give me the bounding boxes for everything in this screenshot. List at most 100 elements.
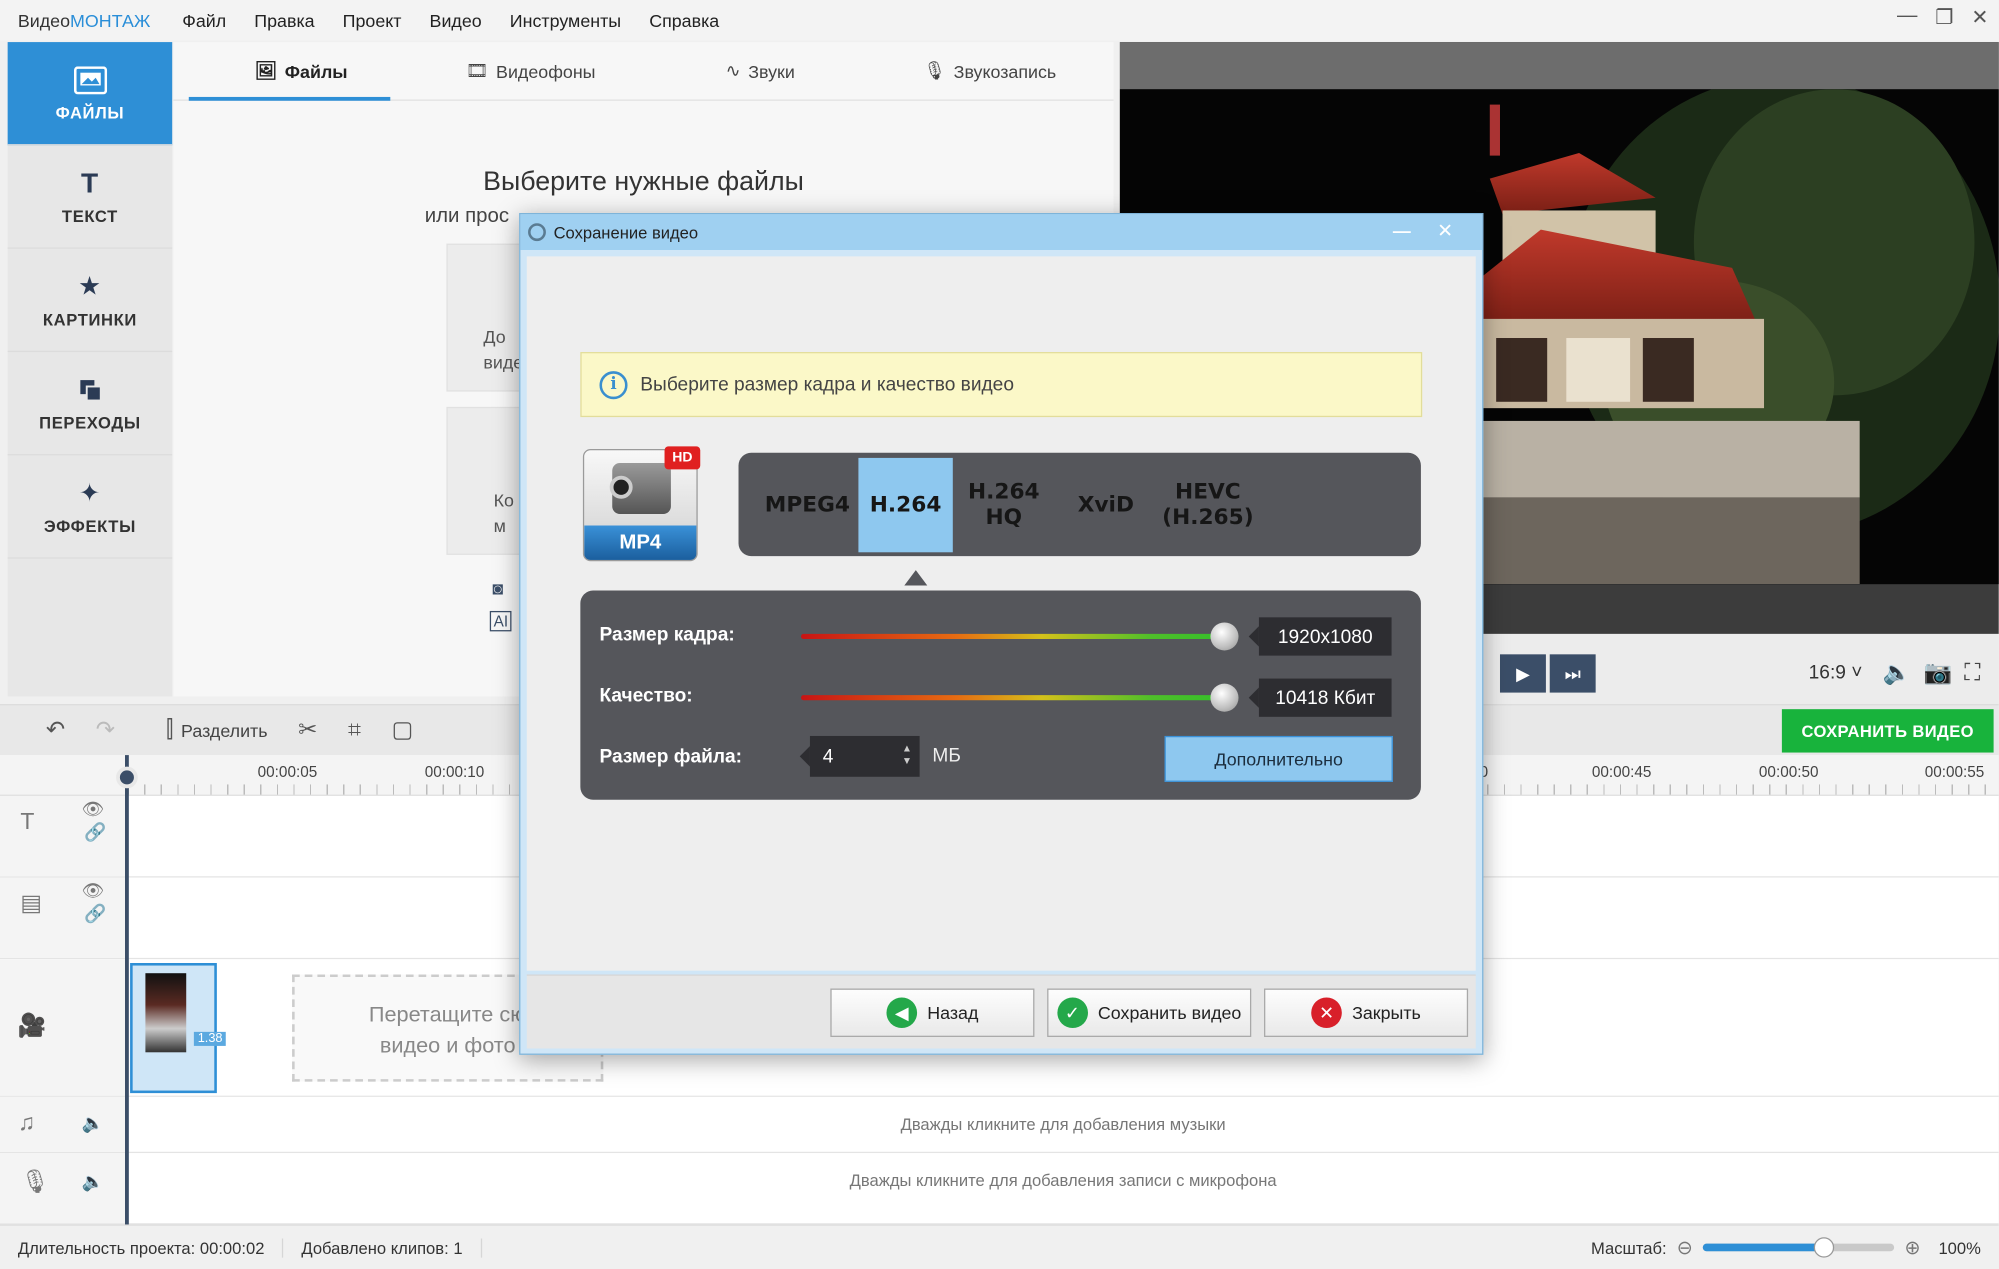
dialog-titlebar[interactable]: Сохранение видео: [520, 214, 1483, 250]
codec-h264[interactable]: H.264: [858, 457, 953, 552]
add-video-label: До виде: [483, 326, 524, 373]
gear-icon: [528, 223, 546, 242]
sidebar-item-label: ПЕРЕХОДЫ: [39, 412, 141, 432]
minimize-window-icon[interactable]: —: [1897, 5, 1917, 31]
volume-icon[interactable]: 🔈: [82, 1112, 104, 1134]
ruler-time: 00:00:05: [257, 762, 318, 781]
star-icon: ★: [78, 272, 102, 302]
app-logo: ВидеоМОНТАЖ: [17, 10, 151, 31]
filesize-value: 4: [822, 745, 834, 768]
zoom-in-icon[interactable]: ⊕: [1905, 1236, 1921, 1259]
codec-hevc[interactable]: HEVC (H.265): [1157, 457, 1259, 551]
playhead[interactable]: [124, 755, 129, 1228]
music-hint: Дважды кликните для добавления музыки: [900, 1114, 1226, 1134]
undo-icon[interactable]: ↶: [31, 717, 81, 744]
redo-icon[interactable]: ↷: [80, 717, 130, 744]
back-button[interactable]: ◀ Назад: [830, 988, 1035, 1037]
files-icon: [73, 64, 107, 95]
frame-icon[interactable]: ▢: [376, 717, 428, 744]
filesize-stepper[interactable]: 4 ▲ ▼: [799, 735, 920, 777]
format-label: MP4: [584, 525, 697, 560]
menu-project[interactable]: Проект: [329, 10, 416, 30]
save-video-button[interactable]: СОХРАНИТЬ ВИДЕО: [1781, 709, 1994, 753]
eye-icon[interactable]: 👁: [82, 798, 105, 820]
close-button[interactable]: ✕ Закрыть: [1264, 988, 1469, 1037]
play-button[interactable]: ▶: [1499, 654, 1546, 693]
zoom-slider-handle[interactable]: [1814, 1237, 1835, 1258]
transitions-icon: [73, 374, 106, 405]
zoom-out-icon[interactable]: ⊖: [1677, 1236, 1693, 1259]
advanced-button[interactable]: Дополнительно: [1164, 735, 1393, 782]
eye-icon[interactable]: 👁: [82, 880, 105, 902]
sidebar-item-transitions[interactable]: ПЕРЕХОДЫ: [7, 352, 173, 456]
save-button[interactable]: ✓ Сохранить видео: [1047, 988, 1252, 1037]
crop-icon[interactable]: ⌗: [333, 717, 377, 744]
video-backgrounds-icon: 🎞: [465, 59, 489, 81]
menu-tools[interactable]: Инструменты: [496, 10, 635, 30]
volume-icon[interactable]: 🔈: [1883, 659, 1912, 686]
tab-sounds[interactable]: ∿ Звуки: [645, 42, 875, 99]
tab-files[interactable]: 🖼 Файлы: [186, 42, 416, 101]
codec-mpeg4[interactable]: MPEG4: [756, 457, 858, 551]
frame-size-slider[interactable]: [801, 622, 1239, 651]
collection-label: Ко м: [493, 489, 514, 536]
magic-wand-icon: ✦: [78, 479, 101, 508]
scissors-icon[interactable]: ✂: [283, 717, 333, 744]
fullscreen-icon[interactable]: ⛶: [1964, 659, 1980, 686]
microphone-icon: 🎙: [20, 1168, 50, 1194]
dialog-close-icon[interactable]: ✕: [1426, 217, 1464, 245]
close-window-icon[interactable]: ✕: [1971, 5, 1988, 31]
tab-label: Видеофоны: [496, 60, 596, 81]
sidebar-item-effects[interactable]: ✦ ЭФФЕКТЫ: [7, 455, 173, 559]
zoom-control: Масштаб: ⊖ ⊕ 100%: [1591, 1236, 1981, 1259]
snapshot-icon[interactable]: 📷: [1923, 659, 1952, 686]
menu-video[interactable]: Видео: [416, 10, 496, 30]
zoom-label: Масштаб:: [1591, 1237, 1667, 1258]
split-icon: ⫿: [166, 716, 174, 743]
sidebar-item-pictures[interactable]: ★ КАРТИНКИ: [7, 249, 173, 353]
sidebar-item-text[interactable]: T ТЕКСТ: [7, 145, 173, 249]
quality-slider-handle[interactable]: [1210, 683, 1239, 712]
split-button[interactable]: ⫿ Разделить: [151, 717, 283, 744]
tab-label: Звукозапись: [953, 60, 1057, 81]
frame-size-slider-handle[interactable]: [1210, 622, 1239, 651]
close-icon: ✕: [1311, 997, 1342, 1029]
menu-help[interactable]: Справка: [635, 10, 733, 30]
playhead-handle[interactable]: [116, 766, 138, 789]
restore-window-icon[interactable]: ❐: [1935, 5, 1953, 31]
codec-xvid[interactable]: XviD: [1055, 457, 1157, 551]
library-title: Выберите нужные файлы: [483, 167, 804, 197]
clip-duration: 1.38: [193, 1031, 227, 1046]
quality-slider[interactable]: [801, 683, 1239, 712]
zoom-value: 100%: [1938, 1237, 1981, 1258]
ai-icon[interactable]: AI: [489, 610, 512, 632]
volume-icon[interactable]: 🔈: [82, 1171, 104, 1193]
video-clip[interactable]: 1.38: [130, 963, 227, 1094]
codec-h264-hq[interactable]: H.264 HQ: [953, 457, 1055, 551]
aspect-ratio-select[interactable]: 16:9 ˅: [1809, 662, 1863, 684]
music-track[interactable]: ♫ 🔈 Дважды кликните для добавления музык…: [0, 1096, 1999, 1154]
tab-video-backgrounds[interactable]: 🎞 Видеофоны: [416, 42, 646, 99]
sidebar-item-label: ТЕКСТ: [61, 205, 118, 226]
menu-edit[interactable]: Правка: [240, 10, 328, 30]
info-icon: i: [599, 370, 628, 399]
mic-track[interactable]: 🎙 🔈 Дважды кликните для добавления запис…: [0, 1153, 1999, 1225]
dialog-title: Сохранение видео: [553, 222, 699, 242]
tab-voice-recording[interactable]: 🎙 Звукозапись: [875, 42, 1105, 99]
zoom-slider[interactable]: [1703, 1237, 1895, 1258]
webcam-icon[interactable]: ◙: [492, 578, 503, 598]
next-frame-button[interactable]: ⏭: [1549, 654, 1596, 693]
link-icon[interactable]: 🔗: [84, 821, 106, 843]
filesize-unit: МБ: [932, 744, 961, 767]
stepper-arrows-icon[interactable]: ▲ ▼: [902, 742, 912, 768]
sidebar-item-files[interactable]: ФАЙЛЫ: [7, 42, 173, 146]
camera-icon: 🎥: [17, 1012, 47, 1039]
dialog-minimize-button[interactable]: —: [1383, 217, 1421, 245]
film-icon: ▤: [20, 890, 43, 916]
menu-file[interactable]: Файл: [168, 10, 240, 30]
checkmark-icon: ✓: [1057, 997, 1088, 1029]
quality-value: 10418 Кбит: [1248, 678, 1392, 717]
music-note-icon: ♫: [17, 1109, 36, 1136]
sidebar-item-label: ФАЙЛЫ: [55, 102, 125, 122]
link-icon[interactable]: 🔗: [84, 903, 106, 925]
